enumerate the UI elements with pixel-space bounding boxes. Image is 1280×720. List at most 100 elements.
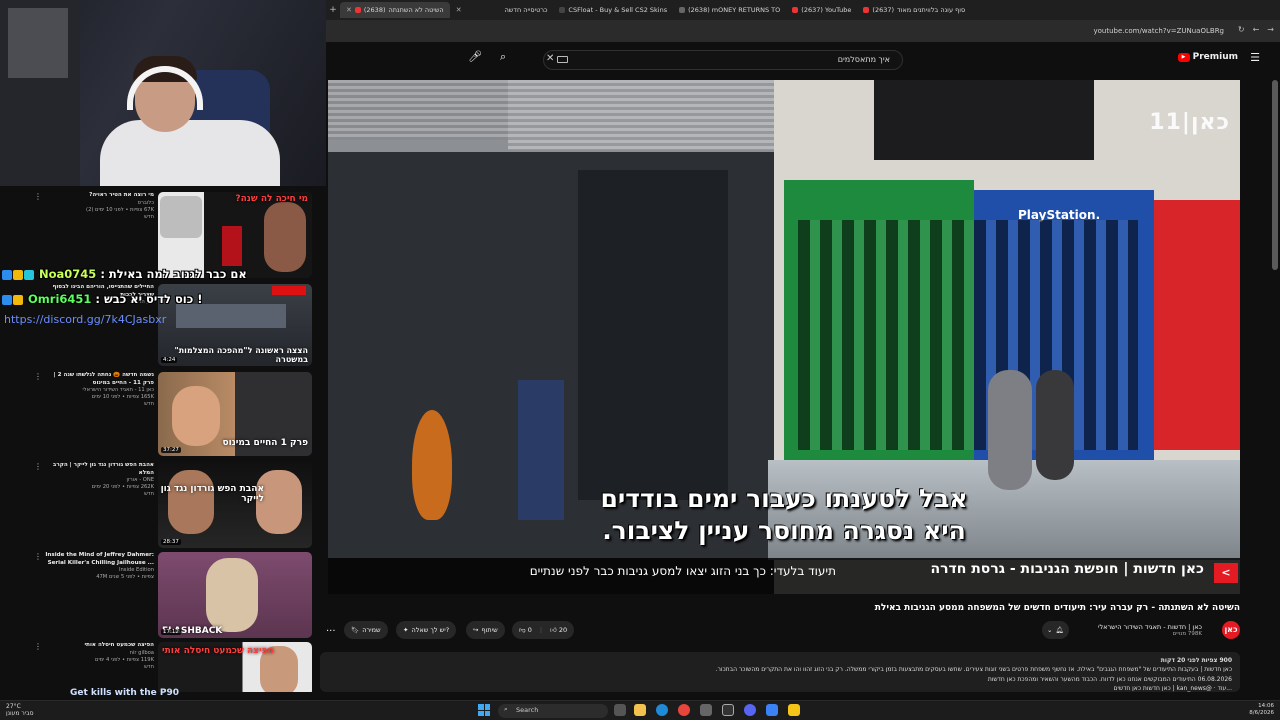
search-icon[interactable]: ⌕	[500, 50, 506, 64]
keyboard-icon[interactable]	[557, 56, 568, 63]
recommendation-meta: הפיצה שכמעט חיסלה אותי nir gilboa 119K צ…	[44, 642, 154, 671]
task-view-icon[interactable]	[614, 704, 626, 716]
video-thumbnail[interactable]: FLASHBACK 17:12	[158, 552, 312, 638]
menu-icon[interactable]: ☰	[1250, 51, 1260, 64]
share-icon: ↪	[473, 626, 479, 634]
video-thumbnail[interactable]: פרק 1 החיים במינוס 37:27	[158, 372, 312, 456]
chat-badge-icon	[13, 269, 23, 280]
dislike-icon: 👎︎	[519, 626, 526, 634]
thumbnail-face	[160, 196, 202, 238]
app-icon[interactable]	[766, 704, 778, 716]
channel-name[interactable]: כלוברס	[44, 200, 154, 207]
video-title[interactable]: מי רוצה את הטיר ראויה?	[44, 192, 154, 200]
windows-taskbar: 27°C סביר מעונן ⌕ Search 14:06 8/6/2026	[0, 700, 1280, 720]
tab-money-returns[interactable]: (2638) mONEY RETURNS TO	[673, 2, 786, 18]
video-title[interactable]: נשמה חדשה 🎃 נחתה לגלשתו שנה 2 | פרק 11 -…	[44, 372, 154, 387]
discord-link[interactable]: https://discord.gg/7k4CJasbxr	[4, 313, 166, 326]
new-badge: חדש	[144, 213, 154, 220]
app-icon[interactable]	[700, 704, 712, 716]
new-tab-button[interactable]: +	[326, 5, 340, 15]
url-text[interactable]: youtube.com/watch?v=ZUNuaOLBRg	[1094, 27, 1225, 35]
chrome-icon[interactable]	[678, 704, 690, 716]
video-actions-row: ... 🔖︎ שמירה ✦ יש לך שאלה? ↪ שיתוף 👎︎ 0 …	[320, 621, 1280, 641]
new-badge: חדש	[144, 401, 154, 408]
page-scrollbar[interactable]	[1272, 80, 1278, 270]
video-thumbnail[interactable]: מי חיכה לה שנה?	[158, 192, 312, 278]
search-input[interactable]: ✕ איך מתאסלמים	[543, 50, 903, 70]
system-clock[interactable]: 14:06 8/6/2026	[1249, 703, 1274, 716]
video-description[interactable]: 900 צפיות לפני 20 דקות כאן חדשות | בעקבו…	[320, 652, 1240, 692]
address-bar[interactable]: youtube.com/watch?v=ZUNuaOLBRg ↻ ← →	[326, 20, 1280, 42]
tab-end-of-season[interactable]: (2637) סוף עונה בלוויתנים מאוד	[857, 2, 971, 18]
search-query[interactable]: איך מתאסלמים	[838, 55, 890, 64]
thumbnail-red-panel	[222, 226, 242, 266]
browser-tab-strip: + ✕ (2638) השיטה לא השתנתה ✕ כרטיסייה חד…	[326, 0, 1280, 20]
windows-start-icon[interactable]	[478, 704, 490, 716]
youtube-premium-logo[interactable]: ▶ Premium	[1177, 52, 1238, 62]
more-options-icon[interactable]: ⋮	[34, 552, 42, 561]
tab-youtube[interactable]: (2637) YouTube	[786, 2, 857, 18]
forward-icon[interactable]: →	[1267, 25, 1274, 34]
steam-icon[interactable]	[722, 704, 734, 716]
notifications-button[interactable]: ⌄ 🔔︎	[1042, 621, 1069, 639]
view-count-date: 900 צפיות לפני 20 דקות	[1160, 657, 1232, 664]
kick-favicon-icon	[679, 7, 686, 13]
video-title[interactable]: Inside the Mind of Jeffrey Dahmer: Seria…	[44, 552, 154, 567]
channel-avatar[interactable]: כאן	[1222, 621, 1240, 639]
youtube-favicon-icon	[792, 7, 799, 13]
share-button[interactable]: ↪ שיתוף	[466, 621, 505, 639]
news-lower-third: < כאן חדשות | חופשת הגניבות - גרסת חדרה …	[328, 558, 1240, 594]
dislike-button[interactable]: 👎︎ 0	[519, 626, 532, 634]
tab-label: (2638)	[363, 6, 386, 14]
edge-icon[interactable]	[656, 704, 668, 716]
save-button[interactable]: 🔖︎ שמירה	[344, 621, 388, 639]
clear-search-icon[interactable]: ✕	[546, 53, 554, 64]
like-button[interactable]: 👍︎ 20	[550, 626, 567, 634]
video-thumbnail[interactable]: אהבת הפש גורדון נגד גון לייקר 28:37	[158, 462, 312, 548]
channel-name[interactable]: nir gilboa	[44, 650, 154, 657]
close-tab-icon[interactable]: ✕	[346, 6, 352, 14]
more-actions-button[interactable]: ...	[326, 623, 336, 634]
more-options-icon[interactable]: ⋮	[34, 192, 42, 201]
ask-button[interactable]: ✦ יש לך שאלה?	[396, 621, 457, 639]
file-explorer-icon[interactable]	[634, 704, 646, 716]
tab-csfloat[interactable]: CSFloat - Buy & Sell CS2 Skins	[553, 2, 673, 18]
reload-icon[interactable]: ↻	[1238, 25, 1245, 34]
scene-shutter	[508, 80, 776, 150]
search-icon: ⌕	[504, 705, 508, 713]
video-title[interactable]: אהבת הפש גורדון נגד גון לייקר | הקרב המל…	[44, 462, 154, 477]
taskbar-search[interactable]: ⌕ Search	[498, 704, 608, 718]
description-more[interactable]: ...עוד · @kan_news | כאן חדשות כאן חדשים	[328, 684, 1233, 692]
thumbnail-caption: פרק 1 החיים במינוס	[222, 438, 308, 448]
tab-label: סוף עונה בלוויתנים מאוד	[897, 6, 966, 14]
channel-info[interactable]: כאן | חדשות - תאגיד השידור הישראלי 798K …	[1098, 623, 1202, 639]
video-thumbnail[interactable]: הפיצה שכמעט חיסלה אותי	[158, 642, 312, 696]
channel-name[interactable]: Inside Edition	[44, 567, 154, 574]
close-tab-icon[interactable]: ✕	[456, 6, 462, 14]
voice-search-icon[interactable]: 🎤︎	[468, 50, 482, 63]
channel-name[interactable]: ONE - אורזן	[44, 477, 154, 484]
thumbnail-face	[206, 558, 258, 632]
video-title[interactable]: הפיצה שכמעט חיסלה אותי	[44, 642, 154, 650]
recommendation-meta: מי רוצה את הטיר ראויה? כלוברס 67K צפיות …	[44, 192, 154, 221]
discord-icon[interactable]	[744, 704, 756, 716]
scene-person	[1036, 370, 1074, 480]
thumbnail-caption: מי חיכה לה שנה?	[235, 194, 308, 204]
channel-name[interactable]: כאן | חדשות - תאגיד השידור הישראלי	[1098, 623, 1202, 631]
chat-username[interactable]: Omri6451	[28, 292, 91, 306]
weather-widget[interactable]: 27°C סביר מעונן	[6, 703, 34, 717]
tab-active[interactable]: ✕ (2638) השיטה לא השתנתה	[340, 2, 450, 18]
youtube-logo-icon: ▶	[1177, 52, 1190, 62]
like-dislike-group: 👎︎ 0 | 👍︎ 20	[512, 621, 575, 639]
chat-username[interactable]: Noa0745	[39, 267, 96, 281]
more-options-icon[interactable]: ⋮	[34, 372, 42, 381]
channel-name[interactable]: כאן 11 - תאגיד השידור הישראלי	[44, 387, 155, 394]
more-options-icon[interactable]: ⋮	[34, 642, 42, 651]
app-icon[interactable]	[788, 704, 800, 716]
scene-red-wall	[1154, 200, 1240, 450]
tab-new-tab[interactable]: ✕ כרטיסייה חדשה	[450, 2, 554, 18]
more-options-icon[interactable]: ⋮	[34, 462, 42, 471]
back-icon[interactable]: ←	[1253, 25, 1260, 34]
video-duration: 17:12	[161, 629, 181, 635]
video-player[interactable]: PlayStation. כאן|11 אבל לטענתו כעבור ימי…	[328, 80, 1240, 594]
